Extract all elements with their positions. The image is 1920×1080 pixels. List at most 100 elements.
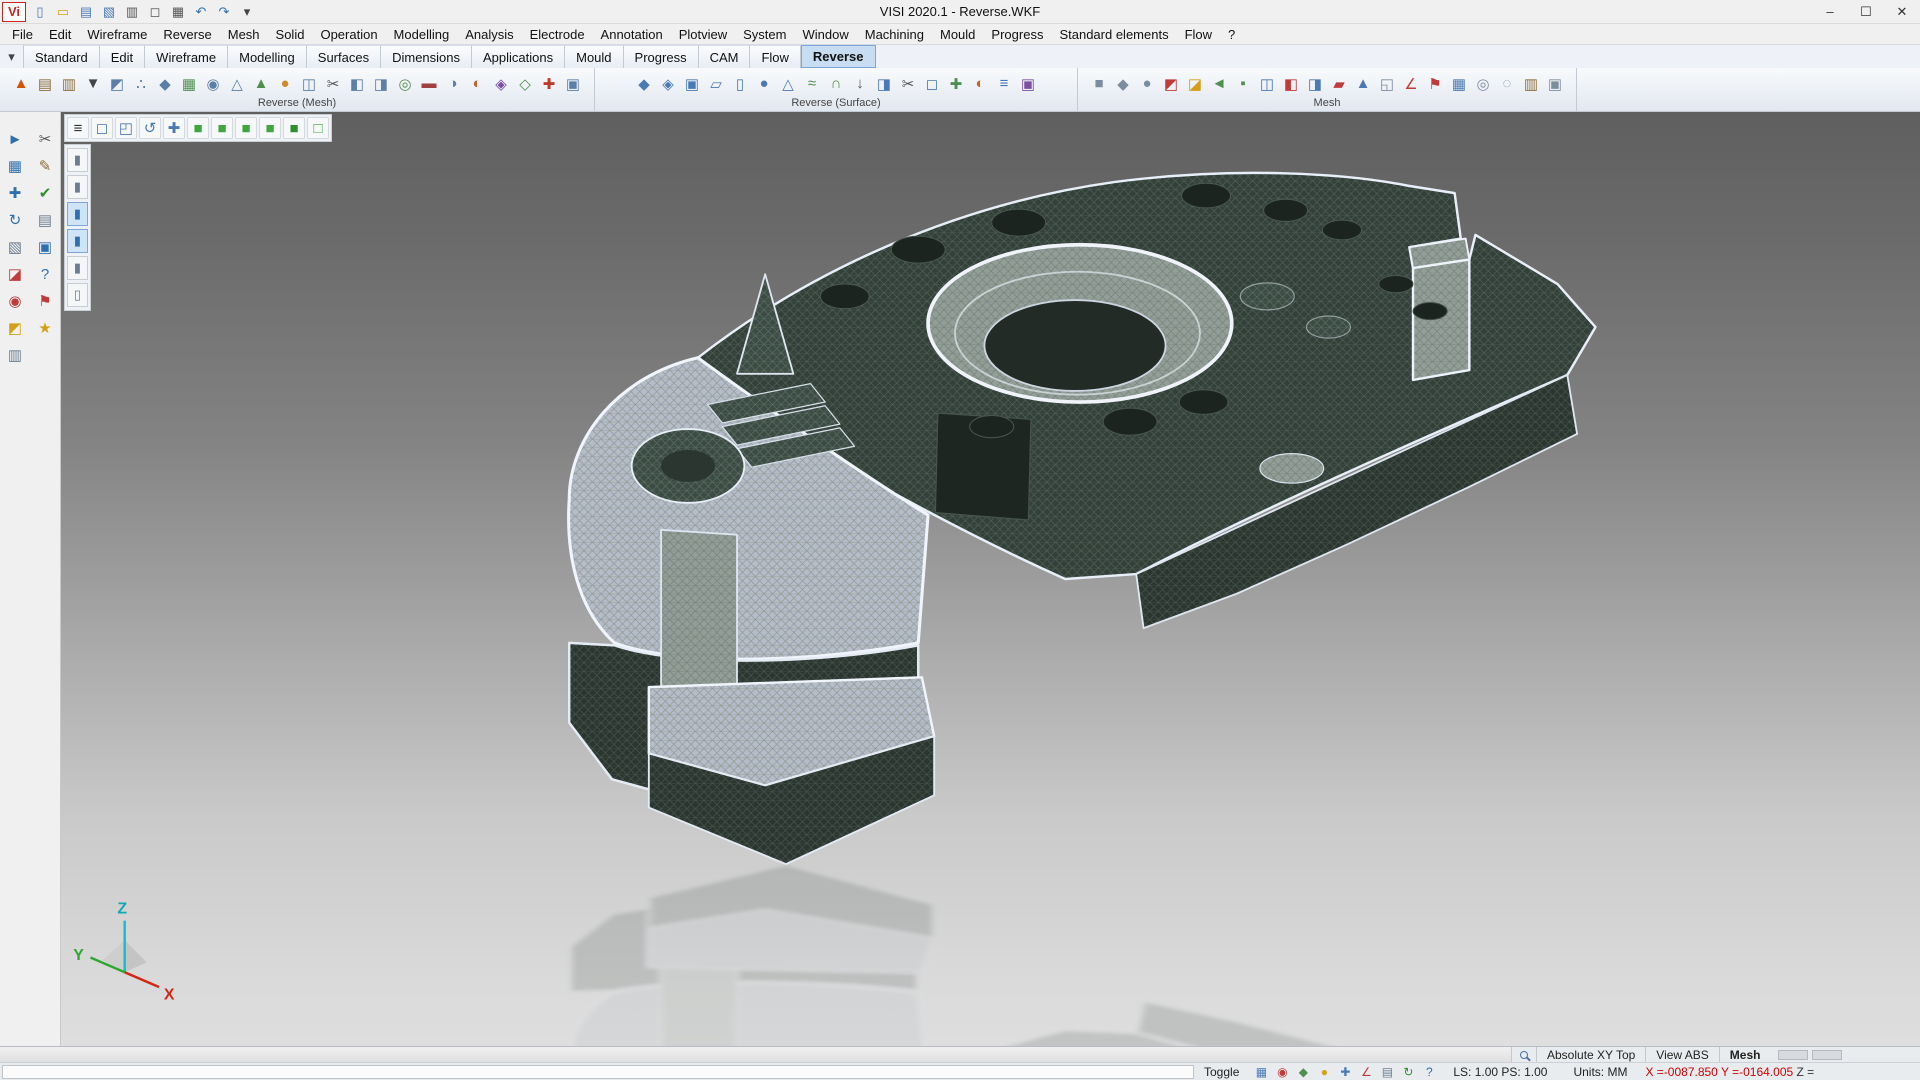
snap-midpoint-icon[interactable]: ◆: [1295, 1064, 1311, 1080]
mesh-normals-icon[interactable]: ◩: [1160, 73, 1182, 95]
menu-modelling[interactable]: Modelling: [386, 27, 458, 42]
register-mesh-icon[interactable]: ◆: [154, 73, 176, 95]
box-select-icon[interactable]: ▣: [31, 234, 59, 260]
viewport-3d-canvas[interactable]: Z Y X: [61, 112, 1920, 1046]
extend-surface-icon[interactable]: ◨: [873, 73, 895, 95]
auto-surface-icon[interactable]: ◆: [633, 73, 655, 95]
menu-reverse[interactable]: Reverse: [155, 27, 219, 42]
mesh-export-icon[interactable]: ▥: [1520, 73, 1542, 95]
project-curve-icon[interactable]: ↓: [849, 73, 871, 95]
mesh-measure-icon[interactable]: ∠: [1400, 73, 1422, 95]
bridge-mesh-icon[interactable]: ◫: [298, 73, 320, 95]
star-icon[interactable]: ★: [31, 315, 59, 341]
section-mesh-icon[interactable]: ▬: [418, 73, 440, 95]
rotate-icon[interactable]: ↻: [1, 207, 29, 233]
refresh-icon[interactable]: ↻: [1400, 1064, 1416, 1080]
quad-surface-icon[interactable]: ▣: [681, 73, 703, 95]
fill-holes-icon[interactable]: ●: [274, 73, 296, 95]
sketch-curve-icon[interactable]: ≈: [801, 73, 823, 95]
tab-cam[interactable]: CAM: [699, 45, 751, 68]
search-button[interactable]: [1512, 1047, 1536, 1062]
fit-sphere-icon[interactable]: ●: [753, 73, 775, 95]
command-input[interactable]: [2, 1065, 1194, 1079]
mesh-sphere-icon[interactable]: ●: [1136, 73, 1158, 95]
point-cloud-icon[interactable]: ∴: [130, 73, 152, 95]
mesh-wrap-icon[interactable]: ◎: [1472, 73, 1494, 95]
menu-progress[interactable]: Progress: [983, 27, 1051, 42]
surface-deviation-icon[interactable]: ◐: [969, 73, 991, 95]
customize-quick-access-icon[interactable]: ▾: [237, 2, 257, 22]
reflect-lines-icon[interactable]: ≡: [993, 73, 1015, 95]
front-view-icon[interactable]: ■: [235, 117, 257, 139]
mesh-scale-icon[interactable]: ◱: [1376, 73, 1398, 95]
check-icon[interactable]: ✔: [31, 180, 59, 206]
tab-dimensions[interactable]: Dimensions: [381, 45, 472, 68]
menu-annotation[interactable]: Annotation: [593, 27, 671, 42]
tab-overflow-dropdown[interactable]: ▾: [0, 45, 24, 68]
wireframe-view-icon[interactable]: □: [307, 117, 329, 139]
new-document-icon[interactable]: ▯: [30, 2, 50, 22]
mesh-grid-icon[interactable]: ▦: [1448, 73, 1470, 95]
tab-applications[interactable]: Applications: [472, 45, 565, 68]
query-icon[interactable]: ?: [31, 261, 59, 287]
tab-progress[interactable]: Progress: [624, 45, 699, 68]
curvature-map-icon[interactable]: ◑: [442, 73, 464, 95]
mesh-settings-icon[interactable]: ▣: [1544, 73, 1566, 95]
filter-all-icon[interactable]: ▯: [67, 283, 88, 307]
pencil-icon[interactable]: ✎: [31, 153, 59, 179]
snap-center-icon[interactable]: ●: [1316, 1064, 1332, 1080]
tab-surfaces[interactable]: Surfaces: [307, 45, 381, 68]
stitch-surface-icon[interactable]: ✚: [945, 73, 967, 95]
surface-patch-icon[interactable]: ◈: [657, 73, 679, 95]
filter-points-icon[interactable]: ▮: [67, 256, 88, 280]
extract-feature-icon[interactable]: ◇: [514, 73, 536, 95]
menu-machining[interactable]: Machining: [857, 27, 932, 42]
mesh-vertices-icon[interactable]: ▪: [1232, 73, 1254, 95]
save-all-icon[interactable]: ▧: [99, 2, 119, 22]
refine-mesh-icon[interactable]: ▲: [250, 73, 272, 95]
shaded-view-icon[interactable]: ■: [283, 117, 305, 139]
menu-standard-elements[interactable]: Standard elements: [1051, 27, 1176, 42]
menu-mesh[interactable]: Mesh: [220, 27, 268, 42]
filter-surfaces-icon[interactable]: ▮: [67, 175, 88, 199]
tab-reverse[interactable]: Reverse: [801, 45, 876, 68]
view-menu-icon[interactable]: ≡: [67, 117, 89, 139]
fit-cylinder-icon[interactable]: ▯: [729, 73, 751, 95]
maximize-button[interactable]: ☐: [1848, 0, 1884, 23]
trim-mesh-icon[interactable]: ✂: [322, 73, 344, 95]
tab-edit[interactable]: Edit: [100, 45, 145, 68]
menu-solid[interactable]: Solid: [268, 27, 313, 42]
pan-view-icon[interactable]: ✚: [163, 117, 185, 139]
tab-wireframe[interactable]: Wireframe: [145, 45, 228, 68]
status-entity-mode[interactable]: Mesh: [1719, 1047, 1771, 1062]
move-icon[interactable]: ✚: [1, 180, 29, 206]
menu-plotview[interactable]: Plotview: [671, 27, 735, 42]
mesh-shell-icon[interactable]: ◌: [1496, 73, 1518, 95]
menu-flow[interactable]: Flow: [1177, 27, 1220, 42]
merge-mesh-icon[interactable]: ◨: [370, 73, 392, 95]
undo-icon[interactable]: ↶: [191, 2, 211, 22]
mesh-intersect-icon[interactable]: ◨: [1304, 73, 1326, 95]
offset-mesh-icon[interactable]: ◎: [394, 73, 416, 95]
iso-view-icon[interactable]: ■: [187, 117, 209, 139]
fit-view-icon[interactable]: ◻: [91, 117, 113, 139]
menu-edit[interactable]: Edit: [41, 27, 79, 42]
import-mesh-icon[interactable]: ▤: [34, 73, 56, 95]
mesh-prism-icon[interactable]: ◆: [1112, 73, 1134, 95]
print-icon[interactable]: ▥: [122, 2, 142, 22]
menu-electrode[interactable]: Electrode: [522, 27, 593, 42]
split-mesh-icon[interactable]: ◧: [346, 73, 368, 95]
filter-mesh-icon[interactable]: ▮: [67, 229, 88, 253]
top-view-icon[interactable]: ■: [211, 117, 233, 139]
right-view-icon[interactable]: ■: [259, 117, 281, 139]
eraser-icon[interactable]: ◪: [1, 261, 29, 287]
help-icon[interactable]: ?: [1421, 1064, 1437, 1080]
snap-intersection-icon[interactable]: ✚: [1337, 1064, 1353, 1080]
curve-on-mesh-icon[interactable]: ∩: [825, 73, 847, 95]
print-preview-icon[interactable]: ◻: [145, 2, 165, 22]
hatch-icon[interactable]: ▧: [1, 234, 29, 260]
repair-mesh-icon[interactable]: ▦: [178, 73, 200, 95]
tab-modelling[interactable]: Modelling: [228, 45, 307, 68]
mesh-mirror-icon[interactable]: ▲: [1352, 73, 1374, 95]
menu-analysis[interactable]: Analysis: [457, 27, 521, 42]
